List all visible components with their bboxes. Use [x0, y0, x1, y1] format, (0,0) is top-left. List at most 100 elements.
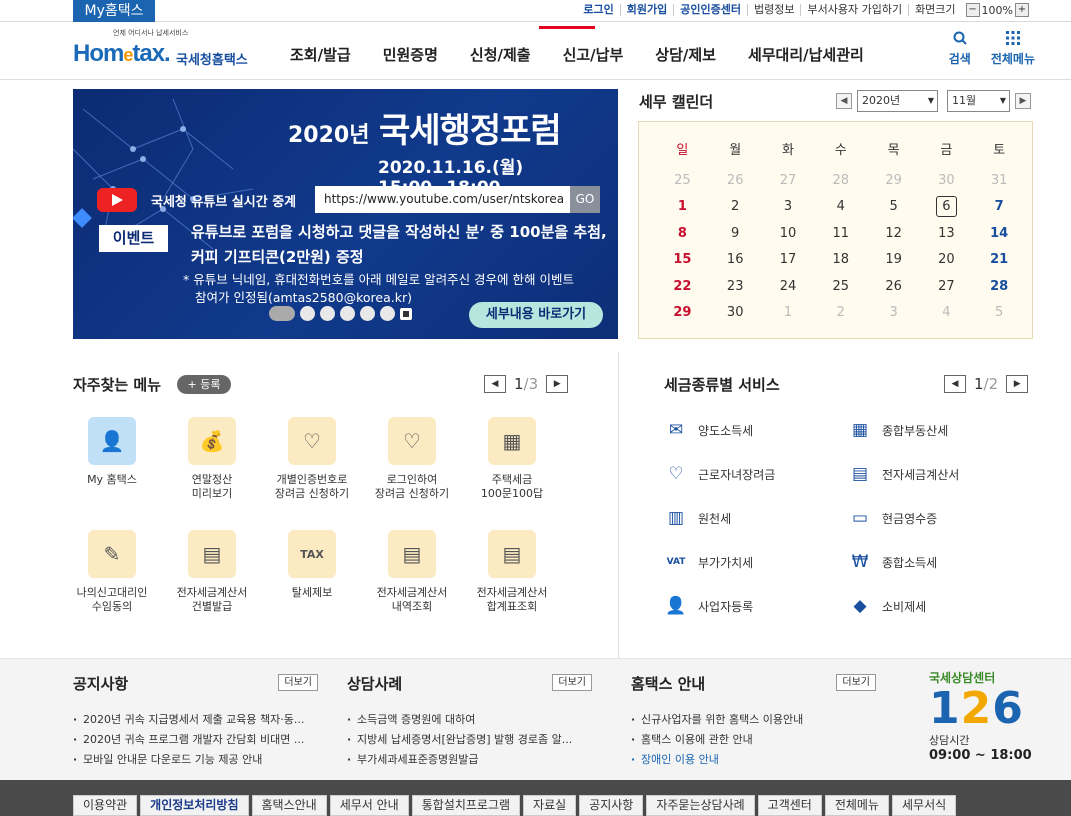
banner-dot[interactable] [360, 306, 375, 321]
tax-service-item[interactable]: ▦ 종합부동산세 [848, 418, 948, 442]
calendar-day[interactable]: 14 [973, 221, 1026, 247]
favorite-menu-item[interactable]: TAX 탈세제보 [267, 530, 357, 600]
tax-services-next-button[interactable]: ▶ [1006, 375, 1029, 393]
hometax-guide-item[interactable]: 장애인 이용 안내 [631, 750, 876, 770]
tax-service-item[interactable]: ▤ 전자세금계산서 [848, 462, 959, 486]
tax-services-prev-button[interactable]: ◀ [944, 375, 966, 393]
tax-service-item[interactable]: ▭ 현금영수증 [848, 506, 937, 530]
calendar-day[interactable]: 29 [656, 300, 709, 326]
footer-link[interactable]: 이용약관 [73, 795, 138, 816]
next-month-button[interactable]: ▶ [1015, 93, 1031, 109]
calendar-day[interactable]: 21 [973, 247, 1026, 273]
nav-civil-certificate[interactable]: 민원증명 [383, 44, 438, 65]
favorite-menu-item[interactable]: ♡ 로그인하여 장려금 신청하기 [367, 417, 457, 501]
calendar-day[interactable]: 28 [973, 274, 1026, 300]
banner-go-button[interactable]: GO [570, 186, 600, 213]
favorite-menu-item[interactable]: ✎ 나의신고대리인 수임동의 [67, 530, 157, 614]
calendar-day[interactable]: 23 [709, 274, 762, 300]
calendar-day[interactable]: 4 [814, 194, 867, 220]
calendar-day[interactable]: 17 [762, 247, 815, 273]
footer-link[interactable]: 자료실 [523, 795, 577, 816]
event-banner[interactable]: 2020년 국세행정포럼 2020.11.16.(월) 15:00~18:00 … [73, 89, 618, 339]
calendar-day[interactable]: 27 [920, 274, 973, 300]
dept-user-join-link[interactable]: 부서사용자 가입하기 [800, 4, 908, 16]
calendar-day[interactable]: 2 [709, 194, 762, 220]
footer-link[interactable]: 세무서식 [892, 795, 957, 816]
search-button[interactable]: 검색 [949, 30, 971, 67]
calendar-day[interactable]: 13 [920, 221, 973, 247]
banner-dot[interactable] [320, 306, 335, 321]
hometax-guide-item[interactable]: 홈택스 이용에 관한 안내 [631, 730, 876, 750]
footer-link[interactable]: 전체메뉴 [824, 795, 890, 816]
favorite-menu-item[interactable]: ♡ 개별인증번호로 장려금 신청하기 [267, 417, 357, 501]
footer-link[interactable]: 통합설치프로그램 [411, 795, 521, 816]
consult-case-item[interactable]: 소득금액 증명원에 대하여 [347, 710, 592, 730]
footer-link[interactable]: 고객센터 [757, 795, 822, 816]
register-favorite-button[interactable]: + 등록 [177, 375, 231, 394]
notice-item[interactable]: 2020년 귀속 프로그램 개발자 간담회 비대면 ... [73, 730, 318, 750]
tax-service-item[interactable]: 👤 사업자등록 [664, 594, 753, 618]
banner-dot-active[interactable] [269, 306, 295, 321]
favorite-menu-item[interactable]: ▦ 주택세금 100문100답 [467, 417, 557, 501]
favorite-menu-item[interactable]: 👤 My 홈택스 [67, 417, 157, 487]
month-select[interactable]: 11월 [947, 90, 1010, 112]
banner-detail-button[interactable]: 세부내용 바로가기 [469, 302, 603, 328]
banner-url-field[interactable]: https://www.youtube.com/user/ntskorea [315, 186, 570, 213]
zoom-out-button[interactable]: − [965, 3, 980, 17]
calendar-day[interactable]: 22 [656, 274, 709, 300]
banner-dot[interactable] [300, 306, 315, 321]
consult-case-more-button[interactable]: 더보기 [552, 674, 592, 691]
calendar-day[interactable]: 30 [709, 300, 762, 326]
calendar-day[interactable]: 5 [867, 194, 920, 220]
nav-tax-agent[interactable]: 세무대리/납세관리 [748, 44, 864, 65]
my-hometax-tab[interactable]: My홈택스 [73, 0, 155, 22]
calendar-day[interactable]: 10 [762, 221, 815, 247]
calendar-day[interactable]: 11 [814, 221, 867, 247]
tax-service-item[interactable]: ◆ 소비제세 [848, 594, 926, 618]
notice-item[interactable]: 모바일 안내문 다운로드 기능 제공 안내 [73, 750, 318, 770]
prev-month-button[interactable]: ◀ [836, 93, 852, 109]
footer-link[interactable]: 공지사항 [579, 795, 644, 816]
notice-item[interactable]: 2020년 귀속 지급명세서 제출 교육용 책자·동... [73, 710, 318, 730]
calendar-day[interactable]: 25 [814, 274, 867, 300]
calendar-day[interactable]: 8 [656, 221, 709, 247]
calendar-day[interactable]: 3 [762, 194, 815, 220]
nav-inquiry-issue[interactable]: 조회/발급 [290, 44, 351, 65]
favorite-menu-item[interactable]: ▤ 전자세금계산서 합계표조회 [467, 530, 557, 614]
banner-stop-button[interactable] [400, 307, 412, 320]
cert-center-link[interactable]: 공인인증센터 [673, 4, 747, 16]
footer-link[interactable]: 홈택스안내 [251, 795, 327, 816]
footer-link[interactable]: 세무서 안내 [329, 795, 409, 816]
banner-dot[interactable] [380, 306, 395, 321]
calendar-day[interactable]: 18 [814, 247, 867, 273]
banner-dot[interactable] [340, 306, 355, 321]
favorites-next-button[interactable]: ▶ [546, 375, 569, 393]
hometax-guide-more-button[interactable]: 더보기 [836, 674, 876, 691]
calendar-day[interactable]: 9 [709, 221, 762, 247]
tax-service-item[interactable]: ✉ 양도소득세 [664, 418, 753, 442]
year-select[interactable]: 2020년 [857, 90, 938, 112]
calendar-day[interactable]: 19 [867, 247, 920, 273]
tax-service-item[interactable]: ▥ 원천세 [664, 506, 731, 530]
law-info-link[interactable]: 법령정보 [747, 4, 800, 16]
consult-case-item[interactable]: 지방세 납세증명서[완납증명] 발행 경로좀 알... [347, 730, 592, 750]
login-link[interactable]: 로그인 [577, 4, 619, 16]
calendar-day-today[interactable]: 6 [920, 194, 973, 220]
favorite-menu-item[interactable]: 💰 연말정산 미리보기 [167, 417, 257, 501]
tax-service-item[interactable]: ♡ 근로자녀장려금 [664, 462, 775, 486]
calendar-day[interactable]: 26 [867, 274, 920, 300]
footer-link[interactable]: 개인정보처리방침 [140, 795, 249, 816]
consult-case-item[interactable]: 부가세과세표준증명원발급 [347, 750, 592, 770]
calendar-day[interactable]: 16 [709, 247, 762, 273]
favorite-menu-item[interactable]: ▤ 전자세금계산서 건별발급 [167, 530, 257, 614]
signup-link[interactable]: 회원가입 [619, 4, 673, 16]
all-menu-button[interactable]: 전체메뉴 [991, 30, 1035, 67]
nav-apply-submit[interactable]: 신청/제출 [470, 44, 531, 65]
notice-more-button[interactable]: 더보기 [278, 674, 318, 691]
nav-report-pay[interactable]: 신고/납부 [563, 44, 624, 65]
zoom-in-button[interactable]: + [1015, 3, 1029, 17]
calendar-day[interactable]: 7 [973, 194, 1026, 220]
favorites-prev-button[interactable]: ◀ [484, 375, 506, 393]
tax-service-item[interactable]: ₩ 종합소득세 [848, 550, 938, 574]
calendar-day[interactable]: 24 [762, 274, 815, 300]
